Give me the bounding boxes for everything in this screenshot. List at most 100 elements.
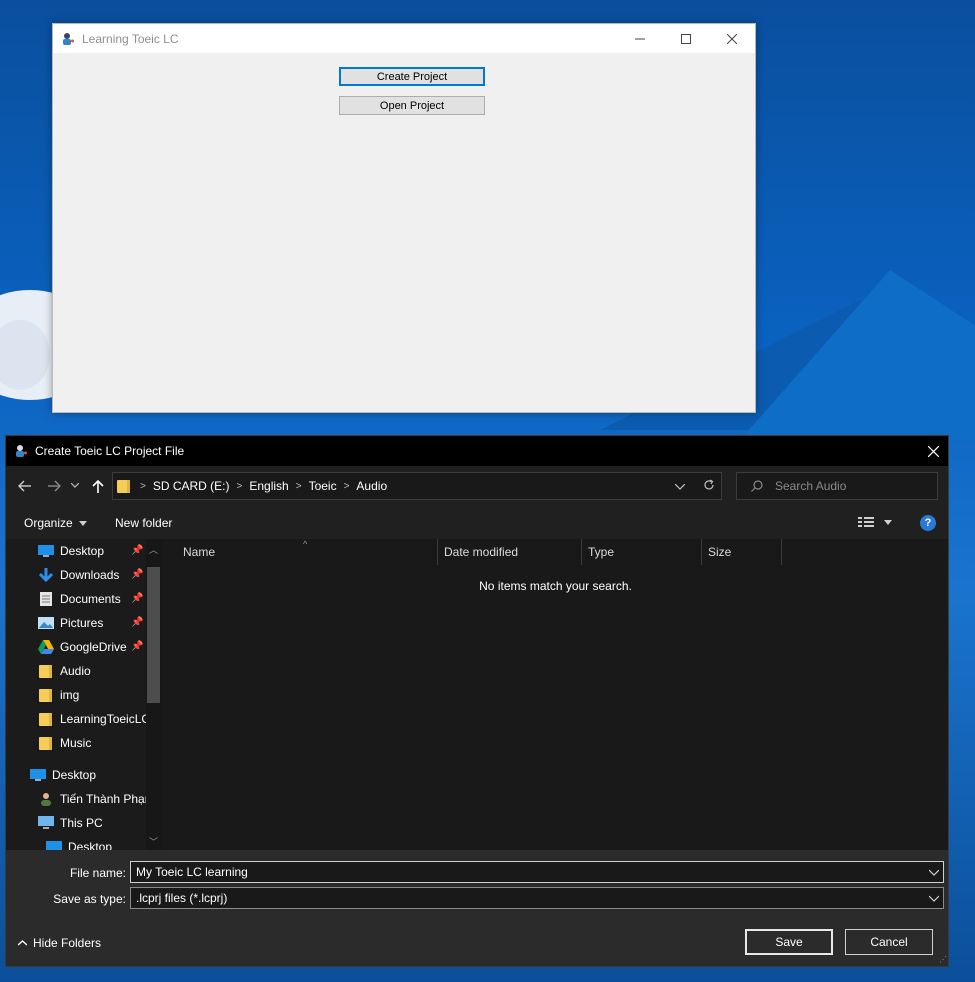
chevron-right-icon: > (343, 480, 350, 492)
arrow-right-icon (48, 480, 61, 492)
nav-item-downloads[interactable]: Downloads (38, 563, 119, 587)
dialog-close-button[interactable] (918, 436, 948, 466)
new-folder-button[interactable]: New folder (115, 516, 172, 530)
minimize-button[interactable] (617, 24, 663, 53)
file-name-input[interactable]: My Toeic LC learning (130, 861, 944, 883)
search-box[interactable] (736, 472, 938, 500)
chevron-down-icon[interactable] (928, 891, 940, 908)
column-header-name[interactable]: Name (177, 539, 438, 565)
dialog-title-bar[interactable]: Create Toeic LC Project File (6, 436, 948, 466)
organize-label: Organize (24, 516, 73, 530)
maximize-icon (681, 33, 691, 44)
chevron-down-icon (71, 483, 79, 488)
folder-icon (117, 479, 131, 493)
nav-item-googledrive[interactable]: GoogleDrive (38, 635, 127, 659)
arrow-up-icon (92, 479, 104, 493)
breadcrumb-audio[interactable]: Audio (356, 479, 387, 493)
save-options-panel: File name: My Toeic LC learning Save as … (6, 850, 948, 966)
cancel-button[interactable]: Cancel (845, 929, 933, 955)
computer-icon (38, 815, 54, 831)
nav-item-desktop[interactable]: Desktop (38, 539, 104, 563)
navigation-pane: Desktop 📌 Downloads 📌 Documents 📌 Pictur… (6, 539, 163, 850)
app-title-bar[interactable]: Learning Toeic LC (53, 24, 755, 53)
nav-item-label: Documents (60, 592, 121, 606)
breadcrumb-sd-card[interactable]: SD CARD (E:) (153, 479, 230, 493)
nav-tree-user[interactable]: Tiến Thành Phạm (38, 787, 155, 811)
nav-item-label: Music (60, 736, 92, 750)
forward-button[interactable] (45, 477, 63, 495)
save-as-type-value: .lcprj files (*.lcprj) (136, 891, 228, 905)
chevron-down-icon (674, 483, 686, 490)
scroll-down-icon[interactable]: ﹀ (149, 835, 158, 848)
close-button[interactable] (709, 24, 755, 53)
scroll-up-icon[interactable]: ︿ (149, 543, 158, 556)
recent-locations-button[interactable] (69, 477, 81, 495)
resize-grip-icon[interactable]: ⋰ (939, 955, 947, 964)
nav-item-documents[interactable]: Documents (38, 587, 121, 611)
search-icon (751, 480, 763, 492)
folder-icon (38, 735, 54, 751)
nav-item-label: Pictures (60, 616, 104, 630)
pin-icon: 📌 (131, 593, 144, 604)
nav-item-music[interactable]: Music (38, 731, 91, 755)
desktop-icon (30, 767, 46, 783)
search-input[interactable] (773, 478, 927, 494)
details-view-icon (858, 517, 874, 527)
column-header-type[interactable]: Type (582, 539, 702, 565)
file-list: ^ Name Date modified Type Size No items … (163, 539, 948, 850)
pin-icon: 📌 (131, 641, 144, 652)
app-logo-icon (13, 443, 29, 459)
organize-menu[interactable]: Organize (24, 516, 87, 530)
file-name-value: My Toeic LC learning (136, 865, 248, 879)
hide-folders-button[interactable]: Hide Folders (18, 936, 101, 950)
nav-item-learningtoeiclc[interactable]: LearningToeicLC (38, 707, 150, 731)
pin-icon: 📌 (131, 545, 144, 556)
create-project-button[interactable]: Create Project (339, 67, 485, 86)
nav-item-label: GoogleDrive (60, 640, 127, 654)
folder-icon (38, 687, 54, 703)
back-button[interactable] (16, 477, 34, 495)
nav-item-label: This PC (60, 816, 103, 830)
app-window: Learning Toeic LC Create Project Open Pr… (52, 23, 756, 413)
nav-item-label: img (60, 688, 80, 702)
open-project-button[interactable]: Open Project (339, 96, 485, 115)
nav-tree-desktop-sub[interactable]: Desktop (46, 835, 112, 850)
help-icon[interactable]: ? (920, 515, 936, 531)
caret-down-icon (884, 519, 892, 525)
nav-item-img[interactable]: img (38, 683, 79, 707)
pin-icon: 📌 (131, 569, 144, 580)
column-header-date-modified[interactable]: Date modified (438, 539, 582, 565)
nav-item-label: Audio (60, 664, 91, 678)
address-dropdown-button[interactable] (674, 479, 686, 493)
refresh-button[interactable] (703, 478, 715, 494)
arrow-left-icon (18, 480, 31, 492)
navigation-scrollbar[interactable]: ︿ ﹀ (146, 539, 163, 850)
nav-item-label: Desktop (60, 544, 105, 558)
nav-tree-this-pc[interactable]: This PC (38, 811, 103, 835)
nav-item-label: Desktop (52, 768, 97, 782)
nav-item-audio[interactable]: Audio (38, 659, 91, 683)
user-icon (38, 791, 54, 807)
view-options-button[interactable] (858, 516, 892, 528)
up-button[interactable] (89, 477, 107, 495)
column-header-size[interactable]: Size (702, 539, 782, 565)
breadcrumb-english[interactable]: English (249, 479, 288, 493)
breadcrumb-toeic[interactable]: Toeic (309, 479, 337, 493)
folder-icon (38, 711, 54, 727)
chevron-right-icon: > (295, 480, 302, 492)
address-bar[interactable]: > SD CARD (E:) > English > Toeic > Audio (112, 472, 722, 500)
dialog-title: Create Toeic LC Project File (35, 444, 185, 458)
pin-icon: 📌 (131, 617, 144, 628)
nav-tree-desktop[interactable]: Desktop (30, 763, 96, 787)
minimize-icon (635, 38, 645, 39)
save-button[interactable]: Save (745, 929, 833, 955)
save-file-dialog: Create Toeic LC Project File > SD CARD (… (5, 435, 949, 967)
chevron-up-icon (18, 940, 27, 946)
maximize-button[interactable] (663, 24, 709, 53)
chevron-down-icon[interactable] (928, 865, 940, 882)
nav-item-pictures[interactable]: Pictures (38, 611, 103, 635)
document-icon (38, 591, 54, 607)
scrollbar-thumb[interactable] (147, 567, 160, 703)
empty-message: No items match your search. (479, 579, 632, 593)
save-as-type-select[interactable]: .lcprj files (*.lcprj) (130, 887, 944, 909)
